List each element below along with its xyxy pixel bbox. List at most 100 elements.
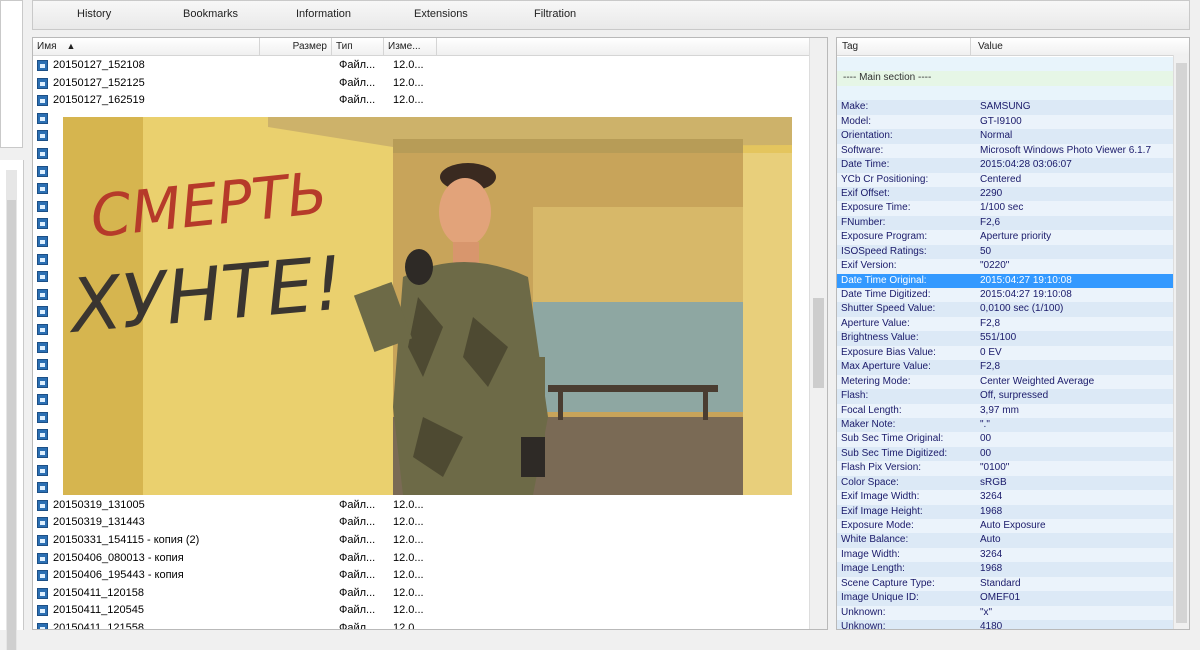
file-row[interactable]: 20150319_131005 Файл... 12.0... — [33, 497, 827, 515]
tag-row[interactable] — [837, 57, 1175, 72]
tag-row[interactable]: Maker Note: "." — [837, 417, 1175, 433]
bookmarks-tab[interactable]: Bookmarks — [183, 8, 238, 20]
column-type-header[interactable]: Тип — [332, 38, 384, 55]
file-row[interactable]: 20150411_120158 Файл... 12.0... — [33, 585, 827, 603]
file-type: Файл... — [339, 622, 376, 630]
tag-row[interactable]: Make: SAMSUNG — [837, 100, 1175, 115]
tag-row[interactable]: Brightness Value: 551/100 — [837, 331, 1175, 346]
tag-value: Auto — [980, 534, 1001, 546]
tag-row[interactable]: Flash: Off, surpressed — [837, 389, 1175, 404]
tag-panel-scrollbar[interactable] — [1173, 55, 1189, 629]
image-file-icon — [37, 570, 48, 582]
tag-row[interactable]: Date Time Digitized: 2015:04:27 19:10:08 — [837, 288, 1175, 303]
filtration-tab[interactable]: Filtration — [534, 8, 576, 20]
tag-row[interactable]: YCb Cr Positioning: Centered — [837, 172, 1175, 187]
tag-value: F2,8 — [980, 361, 1001, 373]
tag-row[interactable]: Exposure Mode: Auto Exposure — [837, 519, 1175, 534]
file-row[interactable]: 20150411_121558 Файл... 12.0... — [33, 620, 827, 630]
tag-row[interactable]: Scene Capture Type: Standard — [837, 576, 1175, 592]
image-file-icon — [37, 306, 48, 318]
tag-row[interactable]: Exposure Time: 1/100 sec — [837, 201, 1175, 216]
tag-row[interactable]: Software: Microsoft Windows Photo Viewer … — [837, 143, 1175, 159]
tag-row[interactable]: Orientation: Normal — [837, 129, 1175, 144]
tag-row[interactable]: Exposure Program: Aperture priority — [837, 230, 1175, 245]
tag-panel-scrollbar-thumb[interactable] — [1176, 63, 1187, 623]
tag-name: Model: — [841, 115, 872, 127]
history-tab[interactable]: History — [77, 8, 111, 20]
tag-row[interactable]: Flash Pix Version: "0100" — [837, 461, 1175, 476]
tag-row[interactable]: Image Width: 3264 — [837, 547, 1175, 563]
tag-row[interactable]: Exif Image Height: 1968 — [837, 504, 1175, 519]
file-type: Файл... — [339, 516, 376, 529]
tag-name: Focal Length: — [841, 404, 902, 416]
column-modified-header[interactable]: Изме... — [384, 38, 437, 55]
tag-name: Image Length: — [841, 563, 905, 575]
tag-row[interactable]: Metering Mode: Center Weighted Average — [837, 374, 1175, 390]
tag-section-row[interactable]: ---- Main section ---- — [837, 71, 1175, 86]
image-file-icon — [37, 112, 48, 124]
tag-name: Sub Sec Time Original: — [841, 433, 944, 445]
file-modified: 12.0... — [393, 516, 424, 529]
tag-name: Date Time Original: — [841, 274, 927, 286]
tag-row[interactable]: Date Time: 2015:04:28 03:06:07 — [837, 158, 1175, 173]
tag-row[interactable]: ISOSpeed Ratings: 50 — [837, 244, 1175, 260]
tag-row[interactable]: FNumber: F2,6 — [837, 215, 1175, 231]
file-type: Файл... — [339, 498, 376, 511]
tag-row[interactable]: Aperture Value: F2,8 — [837, 316, 1175, 332]
tag-row[interactable]: Exif Image Width: 3264 — [837, 490, 1175, 505]
tag-name: Metering Mode: — [841, 375, 911, 387]
tag-row[interactable]: White Balance: Auto — [837, 533, 1175, 548]
tag-row[interactable]: Shutter Speed Value: 0,0100 sec (1/100) — [837, 302, 1175, 317]
tag-value: 0 EV — [980, 346, 1002, 358]
tag-value: sRGB — [980, 476, 1007, 488]
file-modified: 12.0... — [393, 498, 424, 511]
tag-value: 00 — [980, 433, 992, 445]
file-row[interactable]: 20150406_195443 - копия Файл... 12.0... — [33, 567, 827, 585]
column-value-header[interactable]: Value — [973, 38, 1173, 55]
left-scrollbar-thumb[interactable] — [7, 200, 16, 650]
column-name-header[interactable]: Имя ▲ — [33, 38, 260, 55]
tag-name: Exif Version: — [841, 260, 897, 272]
tag-row[interactable]: Image Unique ID: OMEF01 — [837, 591, 1175, 606]
tag-row[interactable]: Model: GT-I9100 — [837, 114, 1175, 130]
tag-row[interactable]: Image Length: 1968 — [837, 562, 1175, 577]
information-tab[interactable]: Information — [296, 8, 351, 20]
tag-row[interactable]: Max Aperture Value: F2,8 — [837, 360, 1175, 375]
file-row[interactable]: 20150331_154115 - копия (2) Файл... 12.0..… — [33, 532, 827, 550]
tag-row[interactable]: Exif Offset: 2290 — [837, 186, 1175, 202]
tag-name: Exposure Time: — [841, 202, 911, 214]
tag-row[interactable]: Sub Sec Time Digitized: 00 — [837, 446, 1175, 462]
tag-row[interactable] — [837, 85, 1175, 101]
extensions-tab[interactable]: Extensions — [414, 8, 468, 20]
tag-value: OMEF01 — [980, 592, 1021, 604]
tag-row[interactable]: Unknown: 4180 — [837, 620, 1175, 629]
file-row[interactable]: 20150127_162519 Файл... 12.0... — [33, 92, 827, 110]
file-list-scrollbar[interactable] — [809, 38, 827, 629]
tag-row[interactable]: Color Space: sRGB — [837, 475, 1175, 491]
tag-row[interactable]: Unknown: "x" — [837, 605, 1175, 621]
file-row[interactable]: 20150127_152125 Файл... 12.0... — [33, 75, 827, 93]
file-row[interactable]: 20150411_120545 Файл... 12.0... — [33, 602, 827, 620]
file-name: 20150406_080013 - копия — [53, 551, 184, 564]
tag-value: 2015:04:27 19:10:08 — [980, 289, 1072, 300]
tag-row[interactable]: Exif Version: "0220" — [837, 259, 1175, 274]
file-row[interactable]: 20150406_080013 - копия Файл... 12.0... — [33, 550, 827, 568]
file-type: Файл... — [339, 94, 376, 107]
exif-tag-panel: Tag Value ---- Main section ---- Make: SAM… — [836, 37, 1190, 630]
file-row[interactable]: 20150319_131443 Файл... 12.0... — [33, 514, 827, 532]
file-list-scrollbar-thumb[interactable] — [813, 298, 824, 388]
tag-value: Center Weighted Average — [980, 375, 1095, 387]
tag-name: Color Space: — [841, 476, 899, 488]
tag-row[interactable]: Date Time Original: 2015:04:27 19:10:08 — [837, 273, 1175, 288]
tag-row[interactable]: Exposure Bias Value: 0 EV — [837, 345, 1175, 361]
image-file-icon — [37, 77, 48, 89]
file-name: 20150319_131005 — [53, 498, 145, 511]
file-row[interactable]: 20150127_152108 Файл... 12.0... — [33, 57, 827, 75]
tag-rows: ---- Main section ---- Make: SAMSUNG Model:… — [837, 57, 1175, 629]
tag-row[interactable]: Focal Length: 3,97 mm — [837, 403, 1175, 418]
image-file-icon — [37, 464, 48, 476]
column-size-header[interactable]: Размер — [260, 38, 332, 55]
tag-row[interactable]: Sub Sec Time Original: 00 — [837, 432, 1175, 447]
file-type: Файл... — [339, 59, 376, 71]
column-tag-header[interactable]: Tag — [837, 38, 971, 55]
